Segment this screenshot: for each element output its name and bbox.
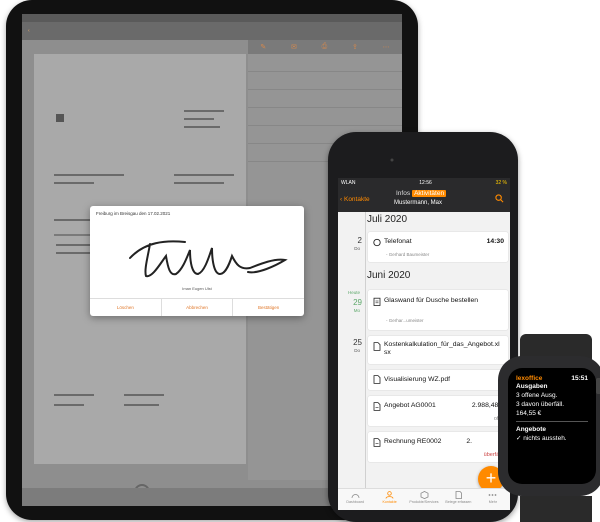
document-add-icon — [455, 491, 462, 499]
timeline-line — [365, 212, 366, 492]
activity-title: Telefonat — [384, 238, 412, 245]
circle-checkbox-icon[interactable] — [373, 238, 381, 247]
iphone-tab-bar: Dashboard Kontakte Produkte/Services Bel… — [338, 488, 510, 510]
tab-label: Kontakte — [382, 500, 397, 504]
activity-card-task[interactable]: Glaswand für Dusche bestellen - Gerhar..… — [368, 290, 508, 330]
watch-crown[interactable] — [596, 378, 600, 394]
watch-header: lexoffice 15:51 — [516, 375, 588, 382]
clipboard-icon — [373, 297, 381, 306]
activity-assignee: - Gerhar...umeister — [386, 318, 424, 323]
ipad-back-button[interactable]: ‹ — [28, 28, 30, 34]
back-button[interactable]: ‹ Kontakte — [340, 196, 370, 203]
watch-band — [520, 496, 592, 522]
watch-stat-line: 3 davon überfäll. — [516, 401, 565, 408]
activity-title: Angebot AG0001 — [384, 402, 436, 409]
tab-products[interactable]: Produkte/Services — [407, 489, 441, 510]
signature-dialog-buttons: Löschen Abbrechen Bestätigen — [90, 298, 304, 316]
pencil-icon[interactable]: ✎ — [260, 43, 266, 51]
print-icon[interactable]: ⎙ — [322, 43, 328, 51]
confirm-button[interactable]: Bestätigen — [233, 299, 304, 316]
activity-card-file-pdf[interactable]: Visualisierung WZ.pdf — [368, 370, 508, 390]
tab-label: Mehr — [488, 500, 497, 504]
cancel-button[interactable]: Abbrechen — [162, 299, 234, 316]
date-day: 2 — [357, 236, 362, 245]
ipad-status-bar — [22, 14, 402, 22]
month-header: Juni 2020 — [367, 270, 411, 281]
box-icon — [420, 491, 428, 499]
signature-dialog-title: Freiburg im Breisgau den 17.02.2021 — [96, 211, 171, 216]
ipad-sidebar-row — [248, 54, 402, 72]
tab-infos[interactable]: Infos — [394, 190, 412, 197]
invoice-icon — [373, 402, 381, 411]
watch-clock: 15:51 — [571, 375, 588, 382]
activity-feed: Juli 2020 2 Do Telefonat 14:30 - Gerhard… — [338, 212, 510, 492]
battery-indicator: 32 % — [495, 180, 507, 186]
segment-control: Infos Aktivitäten — [394, 190, 447, 197]
ipad-sidebar-row — [248, 108, 402, 126]
tab-label: Belege erfassen — [445, 500, 472, 504]
watch-app-name: lexoffice — [516, 375, 543, 382]
date-day: 25 — [353, 338, 362, 347]
tab-activities[interactable]: Aktivitäten — [412, 190, 447, 197]
tab-contacts[interactable]: Kontakte — [372, 489, 406, 510]
signature-canvas[interactable] — [90, 220, 304, 288]
activity-title: Visualisierung WZ.pdf — [384, 376, 450, 383]
date-weekday: Mo — [353, 308, 360, 313]
date-today-label: Heute — [347, 290, 360, 295]
watch-screen: lexoffice 15:51 Ausgaben 3 offene Ausg. … — [508, 368, 596, 484]
ipad-sidebar-toolbar: ✎ ✉ ⎙ ⇪ ⋯ — [248, 40, 402, 54]
tab-dashboard[interactable]: Dashboard — [338, 489, 372, 510]
signature-name: Iman Eugen Ulst — [182, 286, 212, 291]
tab-receipts[interactable]: Belege erfassen — [441, 489, 475, 510]
invoice-icon — [373, 438, 381, 447]
watch-section-title: Ausgaben — [516, 383, 548, 390]
activity-card-file-xlsx[interactable]: Kostenkalkulation_für_das_Angebot.xlsx — [368, 336, 508, 364]
contact-name: Mustermann, Max — [394, 200, 443, 206]
watch-stat-line: 164,55 € — [516, 410, 542, 417]
document-icon — [373, 375, 381, 384]
watch-section-title: Angebote — [516, 426, 546, 433]
person-icon — [385, 491, 394, 499]
product-showcase: ‹ ✎ ✉ ⎙ ⇪ ⋯ Freiburg im Breisgau den 17.… — [0, 0, 600, 522]
iphone-screen: WLAN 12:56 32 % ‹ Kontakte Infos Aktivit… — [338, 178, 510, 510]
activity-card-offer[interactable]: Angebot AG0001 2.988,48 € offen — [368, 396, 508, 426]
watch-stat-line: ✓ nichts aussteh. — [516, 435, 567, 442]
activity-title: Rechnung RE0002 — [384, 438, 442, 445]
activity-card-invoice[interactable]: Rechnung RE0002 2. überfällig — [368, 432, 508, 462]
ipad-sidebar-row — [248, 72, 402, 90]
ipad-nav-bar: ‹ — [22, 22, 402, 40]
watch-stat-line: 3 offene Ausg. — [516, 392, 558, 399]
mail-icon[interactable]: ✉ — [291, 43, 297, 51]
iphone-device: WLAN 12:56 32 % ‹ Kontakte Infos Aktivit… — [328, 132, 518, 522]
activity-assignee: - Gerhard Baumeister — [386, 252, 430, 257]
gauge-icon — [351, 494, 360, 499]
delete-button[interactable]: Löschen — [90, 299, 162, 316]
iphone-status-bar: WLAN 12:56 32 % — [338, 178, 510, 188]
tab-label: Produkte/Services — [409, 500, 439, 504]
signature-dialog: Freiburg im Breisgau den 17.02.2021 Iman… — [90, 206, 304, 316]
more-icon — [488, 494, 497, 496]
month-header: Juli 2020 — [367, 214, 408, 225]
share-icon[interactable]: ⇪ — [352, 43, 358, 51]
tab-label: Dashboard — [346, 500, 364, 504]
activity-card-telefonat[interactable]: Telefonat 14:30 - Gerhard Baumeister — [368, 232, 508, 262]
camera-icon — [390, 158, 394, 162]
iphone-nav-bar: ‹ Kontakte Infos Aktivitäten Mustermann,… — [338, 188, 510, 212]
search-icon[interactable] — [495, 194, 504, 203]
activity-title: Glaswand für Dusche bestellen — [384, 297, 479, 304]
date-weekday: Do — [354, 348, 360, 353]
more-icon[interactable]: ⋯ — [383, 43, 390, 51]
date-weekday: Do — [354, 246, 360, 251]
date-day: 29 — [353, 298, 362, 307]
activity-title: Kostenkalkulation_für_das_Angebot.xlsx — [384, 341, 500, 356]
document-icon — [373, 342, 381, 351]
tab-more[interactable]: Mehr — [476, 489, 510, 510]
ipad-sidebar-row — [248, 90, 402, 108]
activity-time: 14:30 — [486, 238, 504, 245]
clock: 12:56 — [419, 180, 432, 186]
carrier-label: WLAN — [341, 180, 356, 186]
back-button-label: Kontakte — [343, 196, 370, 203]
activity-amount: 2. — [466, 438, 472, 445]
watch-divider — [516, 421, 588, 422]
